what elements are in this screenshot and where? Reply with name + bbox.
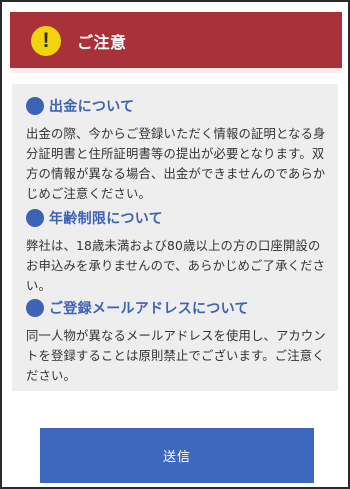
section-heading: ご登録メールアドレスについて (26, 296, 328, 320)
exclamation-warning-icon: ! (31, 26, 61, 56)
section-heading: 年齢制限について (26, 206, 328, 230)
notice-box: 出金について 出金の際、今からご登録いただく情報の証明となる身分証明書と住所証明… (12, 84, 338, 391)
notice-header: ! ご注意 (10, 12, 342, 70)
notice-header-title: ご注意 (77, 33, 127, 52)
send-button[interactable]: 送信 (40, 428, 314, 483)
section-title-email: ご登録メールアドレスについて (49, 301, 249, 317)
blue-circle-bullet-icon (26, 97, 44, 115)
section-heading: 出金について (26, 94, 328, 118)
section-email: ご登録メールアドレスについて 同一人物が異なるメールアドレスを使用し、アカウント… (26, 296, 328, 386)
page-frame: ! ご注意 出金について 出金の際、今からご登録いただく情報の証明となる身分証明… (0, 0, 350, 489)
section-body-email: 同一人物が異なるメールアドレスを使用し、アカウントを登録することは原則禁止でござ… (26, 329, 326, 383)
section-withdrawal: 出金について 出金の際、今からご登録いただく情報の証明となる身分証明書と住所証明… (26, 94, 328, 204)
blue-circle-bullet-icon (26, 209, 44, 227)
section-title-age-limit: 年齢制限について (49, 211, 163, 227)
blue-circle-bullet-icon (26, 299, 44, 317)
section-title-withdrawal: 出金について (49, 99, 135, 115)
section-body-withdrawal: 出金の際、今からご登録いただく情報の証明となる身分証明書と住所証明書等の提出が必… (26, 127, 326, 201)
header-divider-strip (10, 68, 342, 73)
section-body-age-limit: 弊社は、18歳未満および80歳以上の方の口座開設のお申込みを承りませんので、あら… (26, 239, 326, 293)
section-age-limit: 年齢制限について 弊社は、18歳未満および80歳以上の方の口座開設のお申込みを承… (26, 206, 328, 296)
